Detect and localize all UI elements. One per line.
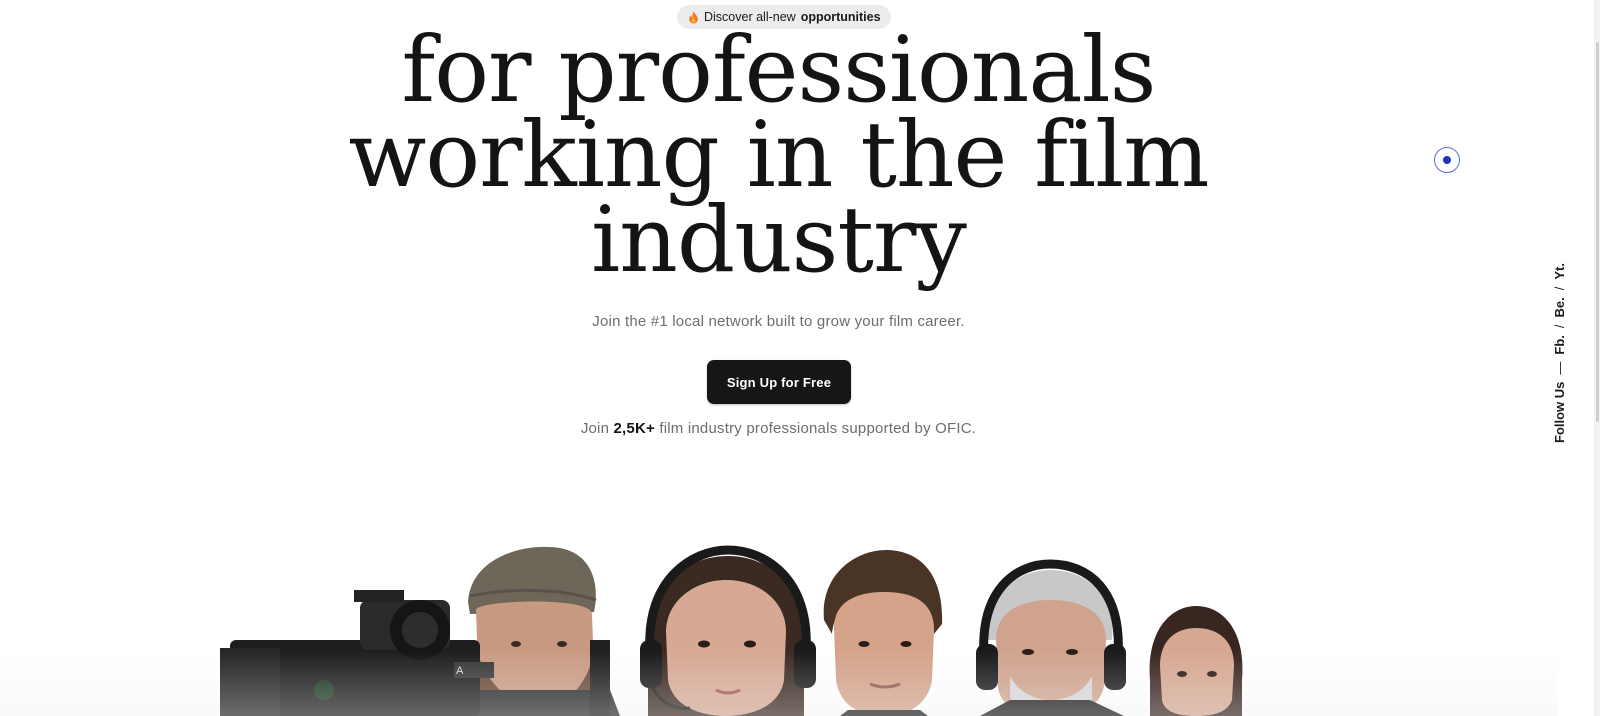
page: Discover all-new opportunities for profe… [0,0,1600,716]
social-separator: / [1552,286,1567,291]
youtube-link[interactable]: Yt. [1552,263,1567,280]
sound-engineer-image [640,545,816,716]
follow-us-label: Follow Us [1552,381,1567,443]
director-image [976,559,1126,716]
behance-link[interactable]: Be. [1552,297,1567,317]
headline-line-3: industry [591,188,967,293]
producer-image [1149,606,1243,716]
hero-subtitle: Join the #1 local network built to grow … [592,313,965,330]
sign-up-button[interactable]: Sign Up for Free [707,360,851,404]
page-scrollbar[interactable] [1594,0,1600,716]
actor-image [823,550,943,716]
proof-prefix: Join [580,420,610,437]
facebook-link[interactable]: Fb. [1552,335,1567,355]
camera-operator-image: A [220,546,620,716]
cursor-dot [1443,156,1451,164]
proof-suffix: film industry professionals supported by… [659,420,977,437]
proof-count: 2,5K+ [613,420,655,437]
scrollbar-thumb[interactable] [1596,42,1599,422]
social-proof-text: Join 2,5K+ film industry professionals s… [0,420,1557,437]
follow-us-dash: — [1552,361,1567,375]
social-separator: / [1552,324,1567,329]
crew-photo-strip: A [220,540,1280,716]
follow-us-bar: Follow Us — Fb. / Be. / Yt. [1552,263,1567,443]
svg-text:A: A [456,665,464,677]
cursor-indicator-icon [1434,147,1460,173]
hero-headline: for professionals working in the film in… [0,25,1557,286]
